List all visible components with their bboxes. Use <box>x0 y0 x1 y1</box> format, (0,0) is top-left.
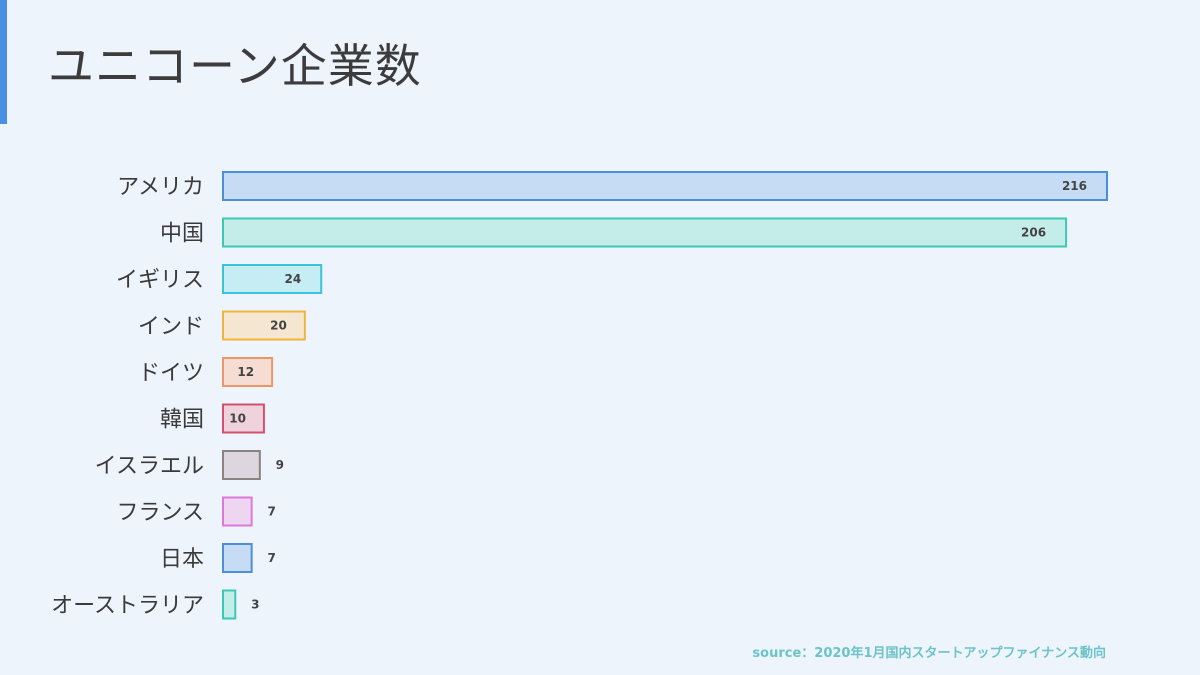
bar-chart: アメリカ 216 中国 206 イギリス 24 インド 20 ドイツ 12 韓国 10 イスラエル 9 フラ… <box>51 171 1108 620</box>
value-label: 3 <box>251 598 259 612</box>
value-label: 206 <box>1021 226 1046 240</box>
bar <box>222 264 323 294</box>
source-note: source：2020年1月国内スタートアップファイナンス動向 <box>752 646 1106 661</box>
bar <box>222 171 1108 201</box>
category-label: 中国 <box>160 222 204 247</box>
category-label: 韓国 <box>160 408 204 433</box>
value-label: 7 <box>267 505 275 519</box>
category-label: イスラエル <box>95 454 204 479</box>
category-label: イギリス <box>116 268 204 293</box>
value-label: 7 <box>267 551 275 565</box>
value-label: 24 <box>285 272 302 286</box>
category-label: ドイツ <box>138 361 204 386</box>
value-label: 216 <box>1062 179 1087 193</box>
bar <box>222 450 261 480</box>
bar <box>222 217 1068 248</box>
category-label: オーストラリア <box>51 594 204 619</box>
bar <box>222 496 253 527</box>
category-label: アメリカ <box>117 175 204 200</box>
category-label: 日本 <box>160 547 204 572</box>
bar <box>222 310 306 341</box>
value-label: 10 <box>229 412 246 426</box>
bar <box>222 543 253 573</box>
category-label: インド <box>138 315 204 340</box>
value-label: 12 <box>237 365 254 379</box>
category-label: フランス <box>116 501 204 526</box>
value-label: 9 <box>276 458 284 472</box>
value-label: 20 <box>270 319 287 333</box>
bar <box>222 589 237 620</box>
